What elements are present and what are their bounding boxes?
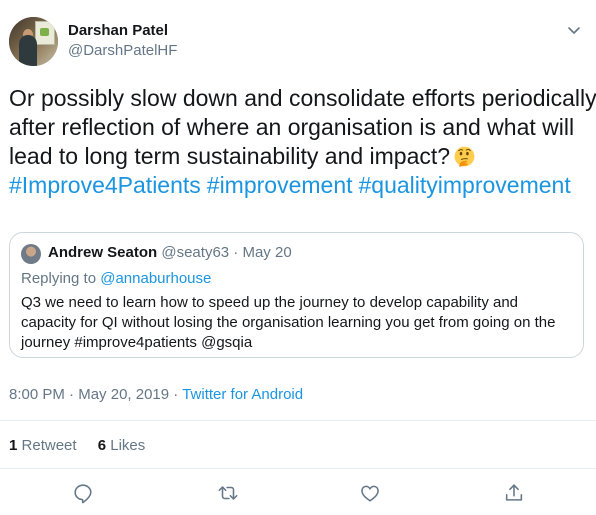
reply-icon[interactable] (72, 482, 94, 504)
tweet-time[interactable]: 8:00 PM (9, 386, 65, 403)
retweets-count: 1 (9, 437, 18, 454)
quoted-tweet[interactable]: Andrew Seaton @seaty63 · May 20 Replying… (9, 232, 584, 358)
tweet-text: Or possibly slow down and consolidate ef… (9, 84, 596, 200)
tweet-line: after reflection of where an organisatio… (9, 114, 575, 140)
retweets-label: Retweet (21, 437, 77, 454)
tweet-line: Or possibly slow down and consolidate ef… (9, 85, 596, 111)
tweet-meta: 8:00 PM · May 20, 2019 · Twitter for And… (9, 386, 303, 403)
quoted-text: Q3 we need to learn how to speed up the … (21, 294, 556, 351)
likes-label: Likes (110, 437, 146, 454)
quoted-author-handle: @seaty63 (161, 244, 230, 261)
quoted-author-avatar (21, 244, 41, 264)
divider (0, 420, 596, 421)
quoted-separator: · (233, 244, 239, 261)
retweets-stat[interactable]: 1 Retweet (9, 437, 77, 454)
tweet-date[interactable]: May 20, 2019 (78, 386, 169, 403)
replying-prefix: Replying to (21, 270, 101, 287)
meta-separator: · (69, 386, 75, 403)
author-name[interactable]: Darshan Patel (68, 22, 168, 39)
tweet: Darshan Patel @DarshPatelHF Or possibly … (0, 0, 596, 515)
author-avatar[interactable] (9, 17, 58, 66)
like-icon[interactable] (359, 482, 381, 504)
likes-stat[interactable]: 6 Likes (98, 437, 146, 454)
hashtag-link[interactable]: #Improve4Patients (9, 172, 201, 198)
likes-count: 6 (97, 437, 107, 454)
chevron-down-icon[interactable] (566, 22, 582, 38)
meta-separator: · (173, 386, 179, 403)
retweet-icon[interactable] (217, 482, 239, 504)
hashtag-list: #Improve4Patients #improvement #qualityimp… (9, 171, 589, 200)
hashtag-link[interactable]: #improvement (207, 172, 353, 198)
quoted-date: May 20 (242, 244, 292, 261)
tweet-stats: 1 Retweet 6 Likes (9, 437, 145, 454)
action-bar (0, 482, 596, 506)
source-link[interactable]: Twitter for Android (182, 386, 303, 403)
replying-to-link: @annaburhouse (100, 270, 212, 287)
tweet-line-last: lead to long term sustainability and imp… (9, 142, 589, 171)
author-handle[interactable]: @DarshPatelHF (68, 42, 177, 59)
thinking-face-icon (454, 146, 475, 167)
tweet-line: lead to long term sustainability and imp… (9, 143, 451, 169)
quoted-header: Andrew Seaton @seaty63 · May 20 (48, 244, 292, 261)
hashtag-link[interactable]: #qualityimprovement (359, 172, 571, 198)
divider (0, 468, 596, 469)
quoted-replying-to: Replying to @annaburhouse (21, 270, 211, 287)
share-icon[interactable] (503, 482, 525, 504)
quoted-author-name: Andrew Seaton (48, 244, 158, 261)
